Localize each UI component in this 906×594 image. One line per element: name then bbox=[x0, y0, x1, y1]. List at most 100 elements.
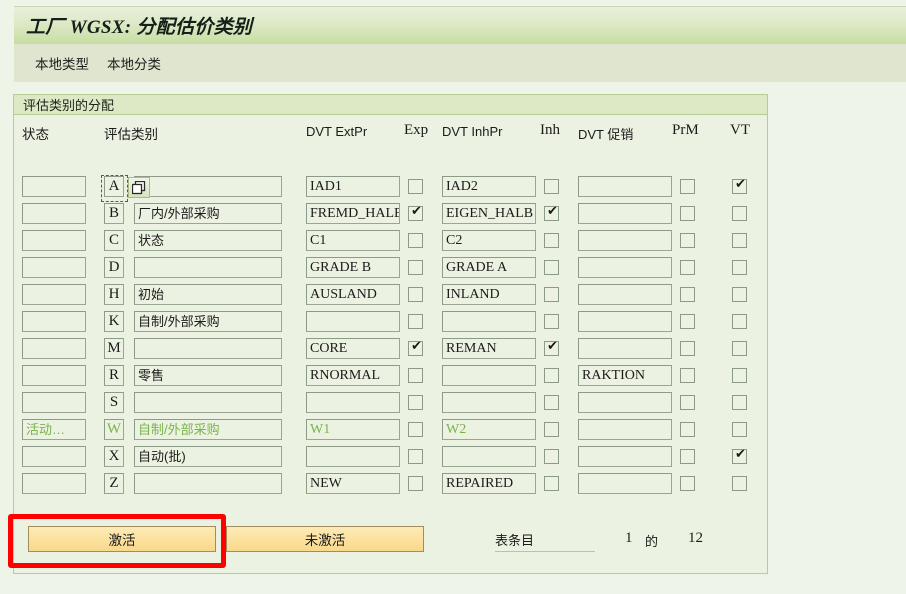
ext-pr-field-row-0[interactable]: IAD1 bbox=[306, 176, 400, 197]
status-field-row-6[interactable] bbox=[22, 338, 86, 359]
ext-pr-field-row-11[interactable]: NEW bbox=[306, 473, 400, 494]
promo-field-row-0[interactable] bbox=[578, 176, 672, 197]
inh-pr-field-row-6[interactable]: REMAN bbox=[442, 338, 536, 359]
category-description-field-row-3[interactable] bbox=[134, 257, 282, 278]
vt-checkbox-row-2[interactable] bbox=[732, 233, 747, 248]
category-key-field-row-6[interactable]: M bbox=[104, 338, 124, 359]
inh-pr-field-row-7[interactable] bbox=[442, 365, 536, 386]
inh-checkbox-row-0[interactable] bbox=[544, 179, 559, 194]
status-field-row-5[interactable] bbox=[22, 311, 86, 332]
status-field-row-4[interactable] bbox=[22, 284, 86, 305]
promo-field-row-7[interactable]: RAKTION bbox=[578, 365, 672, 386]
category-key-field-row-2[interactable]: C bbox=[104, 230, 124, 251]
inh-checkbox-row-9[interactable] bbox=[544, 422, 559, 437]
inh-checkbox-row-10[interactable] bbox=[544, 449, 559, 464]
category-key-field-row-1[interactable]: B bbox=[104, 203, 124, 224]
promo-field-row-10[interactable] bbox=[578, 446, 672, 467]
category-description-field-row-7[interactable]: 零售 bbox=[134, 365, 282, 386]
exp-checkbox-row-4[interactable] bbox=[408, 287, 423, 302]
promo-field-row-5[interactable] bbox=[578, 311, 672, 332]
prm-checkbox-row-1[interactable] bbox=[680, 206, 695, 221]
prm-checkbox-row-2[interactable] bbox=[680, 233, 695, 248]
vt-checkbox-row-0[interactable]: ✔ bbox=[732, 177, 747, 194]
vt-checkbox-row-3[interactable] bbox=[732, 260, 747, 275]
inh-pr-field-row-8[interactable] bbox=[442, 392, 536, 413]
ext-pr-field-row-9[interactable]: W1 bbox=[306, 419, 400, 440]
category-description-field-row-11[interactable] bbox=[134, 473, 282, 494]
category-description-field-row-5[interactable]: 自制/外部采购 bbox=[134, 311, 282, 332]
prm-checkbox-row-10[interactable] bbox=[680, 449, 695, 464]
ext-pr-field-row-1[interactable]: FREMD_HALB bbox=[306, 203, 400, 224]
exp-checkbox-row-2[interactable] bbox=[408, 233, 423, 248]
vt-checkbox-row-8[interactable] bbox=[732, 395, 747, 410]
prm-checkbox-row-3[interactable] bbox=[680, 260, 695, 275]
ext-pr-field-row-2[interactable]: C1 bbox=[306, 230, 400, 251]
vt-checkbox-row-1[interactable] bbox=[732, 206, 747, 221]
promo-field-row-9[interactable] bbox=[578, 419, 672, 440]
ext-pr-field-row-4[interactable]: AUSLAND bbox=[306, 284, 400, 305]
inh-pr-field-row-10[interactable] bbox=[442, 446, 536, 467]
vt-checkbox-row-9[interactable] bbox=[732, 422, 747, 437]
vt-checkbox-row-7[interactable] bbox=[732, 368, 747, 383]
promo-field-row-1[interactable] bbox=[578, 203, 672, 224]
prm-checkbox-row-5[interactable] bbox=[680, 314, 695, 329]
category-key-field-row-5[interactable]: K bbox=[104, 311, 124, 332]
ext-pr-field-row-8[interactable] bbox=[306, 392, 400, 413]
category-key-field-row-11[interactable]: Z bbox=[104, 473, 124, 494]
category-key-field-row-4[interactable]: H bbox=[104, 284, 124, 305]
category-description-field-row-9[interactable]: 自制/外部采购 bbox=[134, 419, 282, 440]
inh-pr-field-row-2[interactable]: C2 bbox=[442, 230, 536, 251]
category-key-field-row-3[interactable]: D bbox=[104, 257, 124, 278]
ext-pr-field-row-10[interactable] bbox=[306, 446, 400, 467]
promo-field-row-4[interactable] bbox=[578, 284, 672, 305]
prm-checkbox-row-11[interactable] bbox=[680, 476, 695, 491]
exp-checkbox-row-3[interactable] bbox=[408, 260, 423, 275]
inh-checkbox-row-8[interactable] bbox=[544, 395, 559, 410]
category-key-field-row-8[interactable]: S bbox=[104, 392, 124, 413]
inh-checkbox-row-6[interactable]: ✔ bbox=[544, 339, 559, 356]
exp-checkbox-row-9[interactable] bbox=[408, 422, 423, 437]
vt-checkbox-row-10[interactable]: ✔ bbox=[732, 447, 747, 464]
ext-pr-field-row-7[interactable]: RNORMAL bbox=[306, 365, 400, 386]
vt-checkbox-row-11[interactable] bbox=[732, 476, 747, 491]
category-key-field-row-10[interactable]: X bbox=[104, 446, 124, 467]
prm-checkbox-row-9[interactable] bbox=[680, 422, 695, 437]
inh-pr-field-row-3[interactable]: GRADE A bbox=[442, 257, 536, 278]
promo-field-row-11[interactable] bbox=[578, 473, 672, 494]
inh-checkbox-row-5[interactable] bbox=[544, 314, 559, 329]
ext-pr-field-row-5[interactable] bbox=[306, 311, 400, 332]
exp-checkbox-row-7[interactable] bbox=[408, 368, 423, 383]
category-description-field-row-4[interactable]: 初始 bbox=[134, 284, 282, 305]
category-key-field-row-7[interactable]: R bbox=[104, 365, 124, 386]
menu-item-local-classification[interactable]: 本地分类 bbox=[98, 49, 170, 77]
inh-checkbox-row-11[interactable] bbox=[544, 476, 559, 491]
inh-pr-field-row-9[interactable]: W2 bbox=[442, 419, 536, 440]
exp-checkbox-row-5[interactable] bbox=[408, 314, 423, 329]
status-field-row-11[interactable] bbox=[22, 473, 86, 494]
prm-checkbox-row-6[interactable] bbox=[680, 341, 695, 356]
exp-checkbox-row-0[interactable] bbox=[408, 179, 423, 194]
inh-pr-field-row-11[interactable]: REPAIRED bbox=[442, 473, 536, 494]
category-key-field-row-0[interactable]: A bbox=[104, 176, 124, 197]
category-description-field-row-6[interactable] bbox=[134, 338, 282, 359]
vt-checkbox-row-4[interactable] bbox=[732, 287, 747, 302]
inh-pr-field-row-4[interactable]: INLAND bbox=[442, 284, 536, 305]
activate-button[interactable]: 激活 bbox=[28, 526, 216, 552]
ext-pr-field-row-6[interactable]: CORE bbox=[306, 338, 400, 359]
status-field-row-8[interactable] bbox=[22, 392, 86, 413]
inh-pr-field-row-0[interactable]: IAD2 bbox=[442, 176, 536, 197]
vt-checkbox-row-6[interactable] bbox=[732, 341, 747, 356]
inh-pr-field-row-5[interactable] bbox=[442, 311, 536, 332]
exp-checkbox-row-10[interactable] bbox=[408, 449, 423, 464]
exp-checkbox-row-1[interactable]: ✔ bbox=[408, 204, 423, 221]
category-key-field-row-9[interactable]: W bbox=[104, 419, 124, 440]
status-field-row-7[interactable] bbox=[22, 365, 86, 386]
category-description-field-row-2[interactable]: 状态 bbox=[134, 230, 282, 251]
prm-checkbox-row-8[interactable] bbox=[680, 395, 695, 410]
prm-checkbox-row-0[interactable] bbox=[680, 179, 695, 194]
status-field-row-10[interactable] bbox=[22, 446, 86, 467]
inh-checkbox-row-1[interactable]: ✔ bbox=[544, 204, 559, 221]
prm-checkbox-row-4[interactable] bbox=[680, 287, 695, 302]
promo-field-row-3[interactable] bbox=[578, 257, 672, 278]
exp-checkbox-row-6[interactable]: ✔ bbox=[408, 339, 423, 356]
